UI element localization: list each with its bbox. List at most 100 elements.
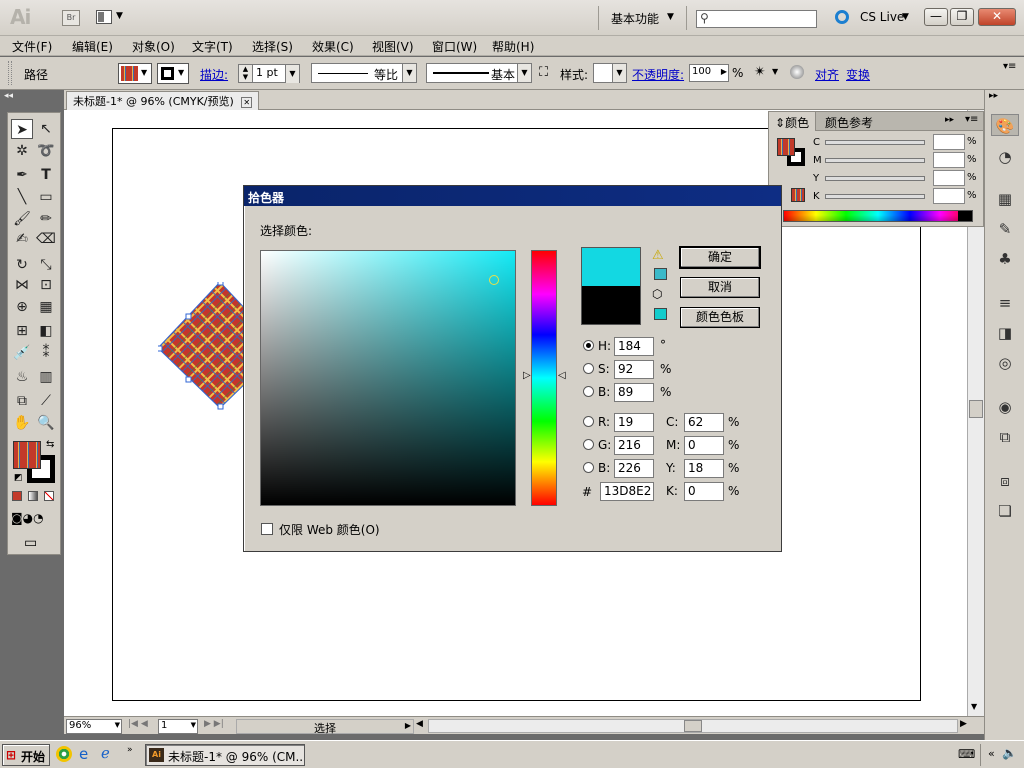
channel-y-slider[interactable]: [825, 176, 925, 181]
hue-slider[interactable]: [531, 250, 557, 506]
hue-pointer-right-icon[interactable]: ◁: [558, 370, 566, 381]
m-field[interactable]: 0: [684, 436, 724, 455]
internet-explorer-icon[interactable]: ℯ: [101, 744, 110, 762]
bridge-button[interactable]: Br: [62, 10, 80, 26]
gradient-mode-icon[interactable]: [28, 491, 38, 501]
workspace-switcher[interactable]: 基本功能: [611, 10, 659, 27]
g-field[interactable]: 216: [614, 436, 654, 455]
symbols-icon[interactable]: ♣: [991, 248, 1019, 270]
rectangle-tool-icon[interactable]: ▭: [35, 187, 57, 207]
menu-help[interactable]: 帮助(H): [492, 38, 534, 55]
blend-tool-icon[interactable]: ⁑: [35, 343, 57, 363]
scroll-down-icon[interactable]: ▼: [971, 702, 977, 711]
menu-file[interactable]: 文件(F): [12, 38, 52, 55]
pen-tool-icon[interactable]: ✒: [11, 165, 33, 185]
minimize-button[interactable]: —: [924, 8, 948, 26]
collapse-icon[interactable]: ▸▸: [945, 115, 954, 125]
document-tab[interactable]: 未标题-1* @ 96% (CMYK/预览) ✕: [66, 91, 260, 110]
swap-fill-stroke-icon[interactable]: ⇆: [46, 439, 54, 450]
last-color-swatch[interactable]: [791, 188, 805, 202]
zoom-field[interactable]: 96% ▼: [66, 719, 122, 734]
web-safe-warning-icon[interactable]: ⬡: [652, 287, 662, 301]
brushes-icon[interactable]: ✎: [991, 218, 1019, 240]
chevron-down-icon[interactable]: ▼: [285, 65, 299, 83]
horizontal-scroll-thumb[interactable]: [684, 720, 702, 732]
brightness-field[interactable]: 89: [614, 383, 654, 402]
radio-h[interactable]: [583, 340, 594, 351]
appearance-panel-icon[interactable]: ◉: [991, 396, 1019, 418]
hue-pointer-left-icon[interactable]: ▷: [523, 370, 531, 381]
field-cursor[interactable]: [489, 275, 499, 285]
restore-button[interactable]: ❐: [950, 8, 974, 26]
graphic-style-dropdown[interactable]: ▼: [593, 63, 627, 83]
tab-color[interactable]: ⇕颜色: [769, 112, 817, 131]
lasso-tool-icon[interactable]: ➰: [35, 141, 57, 161]
eyedropper-tool-icon[interactable]: 💉: [11, 343, 33, 363]
width-tool-icon[interactable]: ⋈: [11, 275, 33, 295]
blob-brush-tool-icon[interactable]: ✍: [11, 229, 33, 249]
chevron-down-icon[interactable]: ▼: [115, 721, 120, 729]
saturation-brightness-field[interactable]: [260, 250, 516, 506]
gradient-panel-icon[interactable]: ◨: [991, 322, 1019, 344]
workspace-chevron-icon[interactable]: ▼: [667, 12, 674, 22]
shape-builder-tool-icon[interactable]: ⊕: [11, 297, 33, 317]
paintbrush-tool-icon[interactable]: 🖌: [11, 209, 33, 229]
opacity-link[interactable]: 不透明度:: [632, 66, 684, 83]
stroke-swatch-dropdown[interactable]: ▼: [157, 63, 189, 84]
cs-live-icon[interactable]: [835, 10, 849, 24]
expand-panels-icon[interactable]: ▸▸: [989, 91, 998, 101]
radio-s[interactable]: [583, 363, 594, 374]
chevron-down-icon[interactable]: ▼: [191, 721, 196, 729]
radio-g[interactable]: [583, 439, 594, 450]
stroke-link[interactable]: 描边:: [200, 66, 228, 83]
browser-icon[interactable]: e: [79, 745, 88, 763]
taskbar-illustrator-item[interactable]: Ai 未标题-1* @ 96% (CM...: [145, 744, 305, 766]
transparency-panel-icon[interactable]: ◎: [991, 352, 1019, 374]
chevron-down-icon[interactable]: ▼: [772, 67, 778, 76]
close-tab-icon[interactable]: ✕: [241, 97, 253, 108]
menu-edit[interactable]: 编辑(E): [72, 38, 113, 55]
blue-field[interactable]: 226: [614, 459, 654, 478]
line-tool-icon[interactable]: ╲: [11, 187, 33, 207]
brush-definition[interactable]: 基本 ▼: [426, 63, 532, 83]
bounding-box-icon[interactable]: ⛶: [539, 65, 548, 80]
menu-effect[interactable]: 效果(C): [312, 38, 354, 55]
cancel-button[interactable]: 取消: [680, 277, 760, 298]
recolor-artwork-icon[interactable]: ✴: [754, 64, 766, 80]
channel-m-input[interactable]: [933, 152, 965, 168]
opacity-field[interactable]: 100 ▶: [689, 64, 729, 82]
graphic-styles-icon[interactable]: ⧉: [991, 426, 1019, 448]
s-field[interactable]: 92: [614, 360, 654, 379]
keyboard-tray-icon[interactable]: ⌨: [958, 747, 975, 761]
tab-color-guide[interactable]: 颜色参考: [819, 112, 879, 131]
symbol-sprayer-tool-icon[interactable]: ♨: [11, 367, 33, 387]
panel-fill-swatch[interactable]: [777, 138, 795, 156]
scroll-left-icon[interactable]: ◀: [416, 719, 423, 729]
scale-tool-icon[interactable]: ⤡: [35, 255, 57, 275]
cs-live-menu[interactable]: CS Live: [860, 10, 904, 24]
media-player-icon[interactable]: [56, 746, 72, 762]
selection-tool-icon[interactable]: ➤: [11, 119, 33, 139]
arrange-documents-button[interactable]: ▼: [96, 9, 126, 27]
c-field[interactable]: 62: [684, 413, 724, 432]
swatches-icon[interactable]: ▦: [991, 188, 1019, 210]
pencil-tool-icon[interactable]: ✏: [35, 209, 57, 229]
align-link[interactable]: 对齐: [815, 66, 839, 83]
radio-blue[interactable]: [583, 462, 594, 473]
gradient-tool-icon[interactable]: ◧: [35, 321, 57, 341]
draw-mode-icons[interactable]: ◙◕◔: [11, 511, 44, 525]
stroke-weight-field[interactable]: ▲ ▼ 1 pt ▼: [238, 64, 300, 83]
scroll-right-icon[interactable]: ▶: [960, 719, 967, 729]
hex-field[interactable]: 13D8E2: [600, 482, 654, 501]
start-button[interactable]: ⊞ 开始: [2, 744, 50, 766]
eraser-tool-icon[interactable]: ⌫: [35, 229, 57, 249]
magic-wand-tool-icon[interactable]: ✲: [11, 141, 33, 161]
y-field[interactable]: 18: [684, 459, 724, 478]
menu-type[interactable]: 文字(T): [192, 38, 233, 55]
color-panel-icon[interactable]: 🎨: [991, 114, 1019, 136]
mesh-tool-icon[interactable]: ⊞: [11, 321, 33, 341]
last-artboard-icon[interactable]: ▶ ▶|: [204, 719, 224, 729]
default-fill-stroke-icon[interactable]: ◩: [14, 473, 23, 483]
color-guide-icon[interactable]: ◔: [991, 146, 1019, 168]
first-artboard-icon[interactable]: |◀ ◀: [128, 719, 148, 729]
